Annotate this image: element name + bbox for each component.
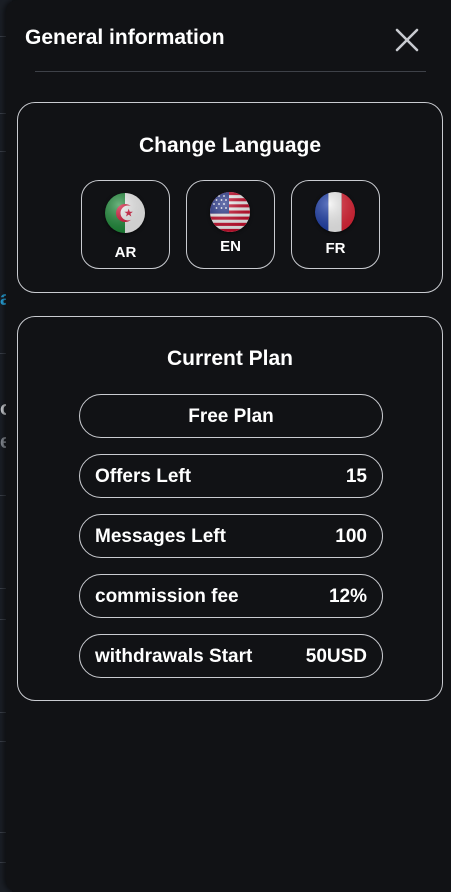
plan-row-label: Offers Left	[95, 466, 192, 487]
algeria-flag-icon	[105, 193, 145, 233]
change-language-title: Change Language	[138, 134, 322, 157]
drawer-title: General information	[25, 26, 225, 49]
france-flag-icon	[315, 192, 355, 232]
usa-flag-icon	[210, 192, 250, 232]
plan-row-value: 15	[345, 466, 367, 487]
plan-row-value: 50USD	[305, 646, 367, 667]
language-option-fr[interactable]: FR	[291, 180, 380, 269]
language-option-label: AR	[114, 244, 137, 261]
plan-row-withdrawals-start: withdrawals Start 50USD	[79, 634, 383, 678]
language-option-en[interactable]: EN	[186, 180, 275, 269]
plan-name-pill: Free Plan	[79, 394, 383, 438]
language-option-label: EN	[220, 238, 241, 255]
general-information-drawer: General information Change Language AR E…	[6, 0, 451, 892]
current-plan-card: Current Plan Free Plan Offers Left 15 Me…	[17, 316, 443, 701]
plan-name: Free Plan	[188, 406, 274, 427]
plan-row-label: withdrawals Start	[95, 646, 253, 667]
language-option-ar[interactable]: AR	[81, 180, 170, 269]
plan-row-offers-left: Offers Left 15	[79, 454, 383, 498]
plan-row-value: 100	[335, 526, 367, 547]
header-divider	[35, 71, 426, 72]
close-button[interactable]	[394, 27, 420, 53]
close-icon	[395, 28, 419, 52]
plan-row-value: 12%	[328, 586, 367, 607]
current-plan-title: Current Plan	[166, 347, 294, 370]
plan-row-commission-fee: commission fee 12%	[79, 574, 383, 618]
language-option-label: FR	[325, 240, 346, 257]
plan-row-label: Messages Left	[95, 526, 226, 547]
plan-row-messages-left: Messages Left 100	[79, 514, 383, 558]
plan-row-label: commission fee	[95, 586, 239, 607]
change-language-card: Change Language AR EN FR	[17, 102, 443, 293]
